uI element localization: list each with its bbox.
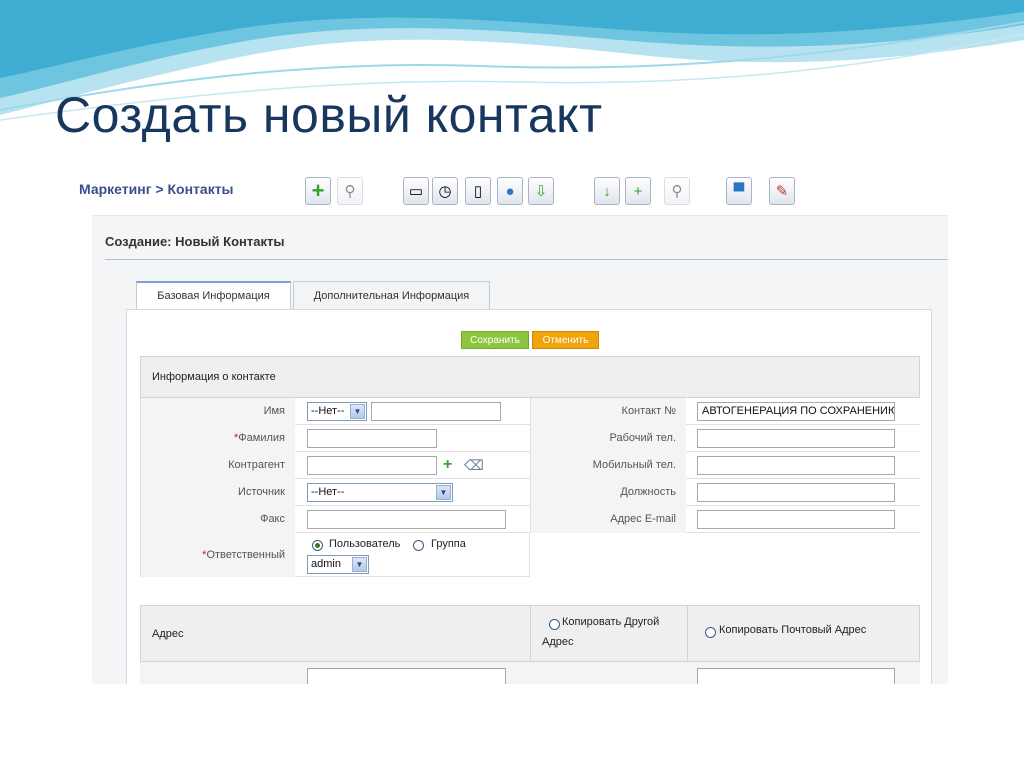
assigned-label: *Ответственный (140, 533, 295, 577)
page-heading: Создание: Новый Контакты (105, 234, 285, 249)
section-title: Адрес (152, 628, 184, 640)
assigned-group-radio[interactable] (413, 540, 424, 551)
work-phone-input[interactable] (697, 429, 895, 448)
breadcrumb: Маркетинг > Контакты (79, 181, 234, 197)
email-label: Адрес E-mail (530, 506, 686, 533)
assigned-user-radio[interactable] (312, 540, 323, 551)
form-row: *Фамилия Рабочий тел. (140, 425, 920, 452)
tab-additional-info[interactable]: Дополнительная Информация (293, 281, 490, 309)
assigned-user-label: Пользователь (329, 538, 401, 550)
chevron-down-icon: ▼ (436, 485, 451, 500)
divider (92, 215, 948, 216)
source-value: --Нет-- (311, 486, 345, 498)
last-name-input[interactable] (307, 429, 437, 448)
first-name-label: Имя (140, 398, 295, 425)
copy-other-address-label: Копировать Другой (562, 616, 660, 628)
position-label: Должность (530, 479, 686, 506)
assigned-user-select[interactable]: admin ▼ (307, 555, 369, 574)
work-phone-label: Рабочий тел. (530, 425, 686, 452)
import-icon[interactable]: ↓ (594, 177, 620, 205)
chat-icon[interactable]: ● (497, 177, 523, 205)
plus-icon[interactable]: + (305, 177, 331, 205)
salutation-select[interactable]: --Нет-- ▼ (307, 402, 367, 421)
slide-title: Создать новый контакт (55, 87, 603, 143)
breadcrumb-page[interactable]: Контакты (168, 181, 234, 197)
assigned-group-label: Группа (431, 538, 466, 550)
address-input[interactable] (307, 668, 506, 684)
source-select[interactable]: --Нет-- ▼ (307, 483, 453, 502)
cancel-button[interactable]: Отменить (532, 331, 599, 349)
mobile-phone-input[interactable] (697, 456, 895, 475)
breadcrumb-module[interactable]: Маркетинг (79, 181, 152, 197)
fax-input[interactable] (307, 510, 506, 529)
contact-section-header: Информация о контакте (140, 356, 920, 398)
fax-label: Факс (140, 506, 295, 533)
tab-basic-info[interactable]: Базовая Информация (136, 281, 291, 309)
divider (530, 606, 531, 663)
salutation-value: --Нет-- (311, 405, 345, 417)
copy-mailing-address-radio[interactable] (705, 627, 716, 638)
save-button[interactable]: Сохранить (461, 331, 529, 349)
contact-no-label: Контакт № (530, 398, 686, 425)
form-row: Факс Адрес E-mail (140, 506, 920, 533)
calendar-icon[interactable]: ▭ (403, 177, 429, 205)
monitor-icon[interactable]: ▀ (726, 177, 752, 205)
address-section-header: Адрес Копировать Другой Адрес Копировать… (140, 605, 920, 663)
add-account-icon[interactable]: + (443, 457, 452, 473)
account-input[interactable] (307, 456, 437, 475)
copy-other-address-label-2: Адрес (542, 636, 574, 648)
mobile-phone-label: Мобильный тел. (530, 452, 686, 479)
email-input[interactable] (697, 510, 895, 529)
chevron-down-icon: ▼ (352, 557, 367, 572)
find-duplicates-icon[interactable]: ⚲ (664, 177, 690, 205)
section-title: Информация о контакте (152, 371, 276, 383)
crm-screenshot: Маркетинг > Контакты + ⚲ ▭ ◷ ▯ ● ⇩ ↓ + ⚲… (78, 171, 948, 684)
form-row: Контрагент + ⌫ Мобильный тел. (140, 452, 920, 479)
export-icon[interactable]: + (625, 177, 651, 205)
copy-other-address-radio[interactable] (549, 619, 560, 630)
form-row: Источник --Нет-- ▼ Должность (140, 479, 920, 506)
assigned-user-value: admin (311, 558, 341, 570)
settings-icon[interactable]: ✎ (769, 177, 795, 205)
position-input[interactable] (697, 483, 895, 502)
chevron-down-icon: ▼ (350, 404, 365, 419)
clipboard-icon[interactable]: ⇩ (528, 177, 554, 205)
clear-icon[interactable]: ⌫ (464, 458, 484, 472)
search-icon[interactable]: ⚲ (337, 177, 363, 205)
source-label: Источник (140, 479, 295, 506)
assigned-label-text: Ответственный (206, 549, 285, 561)
first-name-input[interactable] (371, 402, 501, 421)
phone-icon[interactable]: ▯ (465, 177, 491, 205)
contact-no-input[interactable]: АВТОГЕНЕРАЦИЯ ПО СОХРАНЕНИЮ (697, 402, 895, 421)
copy-mailing-address-label: Копировать Почтовый Адрес (719, 624, 867, 636)
address-input[interactable] (697, 668, 895, 684)
divider (105, 259, 948, 260)
last-name-label-text: Фамилия (238, 432, 285, 444)
divider (687, 606, 688, 663)
address-form-row (140, 662, 920, 684)
account-label: Контрагент (140, 452, 295, 479)
breadcrumb-separator: > (155, 181, 164, 197)
last-name-label: *Фамилия (140, 425, 295, 452)
form-row: *Ответственный Пользователь Группа admin… (140, 533, 530, 577)
form-row: Имя --Нет-- ▼ Контакт № АВТОГЕНЕРАЦИЯ ПО… (140, 398, 920, 425)
clock-icon[interactable]: ◷ (432, 177, 458, 205)
